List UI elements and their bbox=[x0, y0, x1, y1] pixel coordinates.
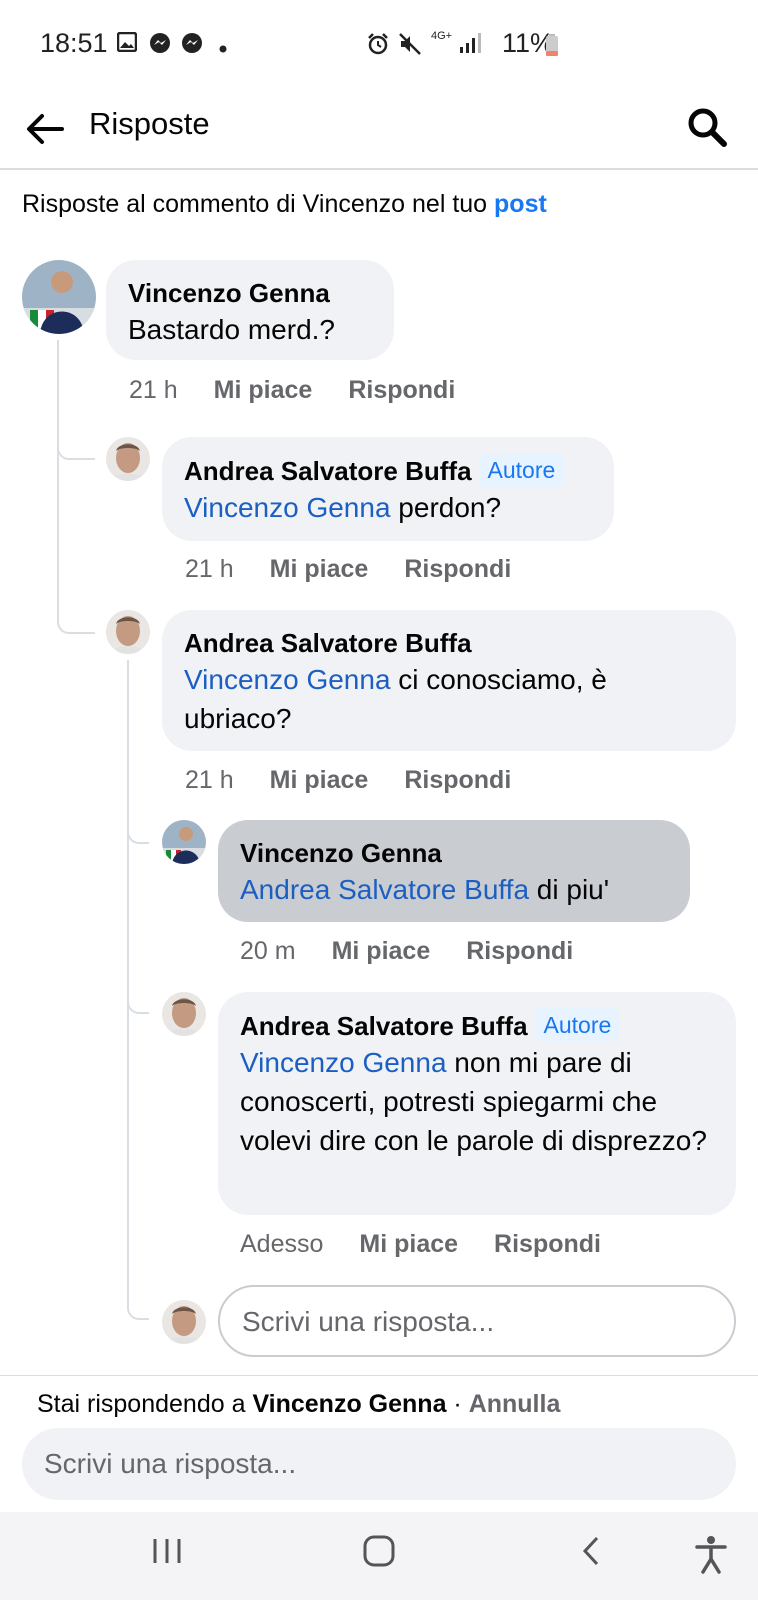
like-button[interactable]: Mi piace bbox=[270, 555, 369, 584]
mention-link[interactable]: Vincenzo Genna bbox=[240, 1047, 447, 1078]
comment-bubble[interactable]: Andrea Salvatore Buffa Autore Vincenzo Ge… bbox=[162, 437, 614, 541]
signal-icon bbox=[458, 32, 482, 59]
dot-icon bbox=[219, 40, 227, 58]
reply-button[interactable]: Rispondi bbox=[466, 937, 573, 966]
network-icon: 4G+ bbox=[431, 30, 453, 42]
search-button[interactable] bbox=[684, 104, 730, 150]
author-badge: Autore bbox=[535, 1008, 620, 1042]
back-button[interactable] bbox=[22, 106, 68, 152]
like-button[interactable]: Mi piace bbox=[270, 766, 369, 795]
author-badge: Autore bbox=[479, 453, 564, 487]
inline-reply-input[interactable]: Scrivi una risposta... bbox=[218, 1285, 736, 1357]
comment-author[interactable]: Andrea Salvatore Buffa bbox=[240, 1009, 528, 1043]
avatar[interactable] bbox=[106, 437, 150, 481]
reply-button[interactable]: Rispondi bbox=[494, 1230, 601, 1259]
comment-bubble[interactable]: Andrea Salvatore Buffa Vincenzo Genna ci… bbox=[162, 610, 736, 751]
reply-input[interactable]: Scrivi una risposta... bbox=[22, 1428, 736, 1500]
comment-text: Andrea Salvatore Buffa di piu' bbox=[240, 874, 610, 905]
app-header: Risposte bbox=[0, 90, 758, 170]
page-title: Risposte bbox=[89, 106, 210, 141]
comment-author[interactable]: Andrea Salvatore Buffa bbox=[184, 626, 472, 660]
thread-line bbox=[127, 660, 149, 1320]
system-nav-bar bbox=[0, 1512, 758, 1600]
mention-link[interactable]: Vincenzo Genna bbox=[184, 492, 391, 523]
comment-actions: 21 h Mi piace Rispondi bbox=[129, 376, 455, 405]
mention-link[interactable]: Andrea Salvatore Buffa bbox=[240, 874, 529, 905]
comment-bubble-selected[interactable]: Vincenzo Genna Andrea Salvatore Buffa di… bbox=[218, 820, 690, 922]
accessibility-icon[interactable] bbox=[694, 1534, 728, 1579]
comment-time[interactable]: 21 h bbox=[129, 376, 178, 405]
comment-text: Bastardo merd.? bbox=[128, 314, 335, 345]
avatar[interactable] bbox=[162, 992, 206, 1036]
messenger-icon bbox=[149, 32, 171, 59]
search-icon bbox=[688, 108, 727, 147]
comment-actions: 21 h Mi piace Rispondi bbox=[185, 555, 511, 584]
comment-bubble[interactable]: Andrea Salvatore Buffa Autore Vincenzo Ge… bbox=[218, 992, 736, 1215]
comment-time[interactable]: 21 h bbox=[185, 766, 234, 795]
replies-context: Risposte al commento di Vincenzo nel tuo… bbox=[22, 190, 547, 218]
like-button[interactable]: Mi piace bbox=[214, 376, 313, 405]
reply-button[interactable]: Rispondi bbox=[404, 766, 511, 795]
comment-actions: 20 m Mi piace Rispondi bbox=[240, 937, 573, 966]
back-nav-icon[interactable] bbox=[575, 1534, 609, 1573]
like-button[interactable]: Mi piace bbox=[332, 937, 431, 966]
comment-bubble[interactable]: Vincenzo Genna Bastardo merd.? bbox=[106, 260, 394, 360]
comment-time[interactable]: Adesso bbox=[240, 1230, 323, 1259]
comment-text: Vincenzo Genna ci conosciamo, è ubriaco? bbox=[184, 664, 607, 734]
mention-link[interactable]: Vincenzo Genna bbox=[184, 664, 391, 695]
status-time: 18:51 bbox=[40, 28, 108, 58]
cancel-reply-button[interactable]: Annulla bbox=[469, 1390, 561, 1418]
avatar bbox=[162, 1300, 206, 1344]
reply-composer: Stai rispondendo a Vincenzo Genna · Annu… bbox=[0, 1375, 758, 1512]
comment-actions: Adesso Mi piace Rispondi bbox=[240, 1230, 601, 1259]
like-button[interactable]: Mi piace bbox=[359, 1230, 458, 1259]
post-link[interactable]: post bbox=[494, 190, 547, 218]
reply-button[interactable]: Rispondi bbox=[348, 376, 455, 405]
reply-button[interactable]: Rispondi bbox=[404, 555, 511, 584]
recent-apps-icon[interactable] bbox=[150, 1534, 184, 1573]
comment-text: Vincenzo Genna non mi pare di conoscerti… bbox=[240, 1047, 707, 1156]
avatar[interactable] bbox=[106, 610, 150, 654]
comment-author[interactable]: Vincenzo Genna bbox=[128, 276, 330, 310]
comment-actions: 21 h Mi piace Rispondi bbox=[185, 766, 511, 795]
thread-line bbox=[57, 340, 95, 634]
avatar[interactable] bbox=[22, 260, 96, 334]
comment-time[interactable]: 20 m bbox=[240, 937, 296, 966]
comment-author[interactable]: Andrea Salvatore Buffa bbox=[184, 454, 472, 488]
status-bar: 18:51 4G+ 11% bbox=[0, 0, 758, 90]
alarm-icon bbox=[366, 32, 390, 61]
messenger-icon bbox=[181, 32, 203, 59]
mute-icon bbox=[398, 32, 422, 61]
comment-time[interactable]: 21 h bbox=[185, 555, 234, 584]
battery-icon bbox=[546, 34, 558, 61]
arrow-left-icon bbox=[27, 114, 64, 144]
comment-author[interactable]: Vincenzo Genna bbox=[240, 836, 442, 870]
comment-text: Vincenzo Genna perdon? bbox=[184, 492, 502, 523]
image-icon bbox=[116, 31, 138, 57]
avatar[interactable] bbox=[162, 820, 206, 864]
replying-to-text: Stai rispondendo a Vincenzo Genna · Annu… bbox=[37, 1390, 561, 1418]
home-icon[interactable] bbox=[362, 1534, 396, 1573]
replying-to-name: Vincenzo Genna bbox=[252, 1390, 447, 1418]
